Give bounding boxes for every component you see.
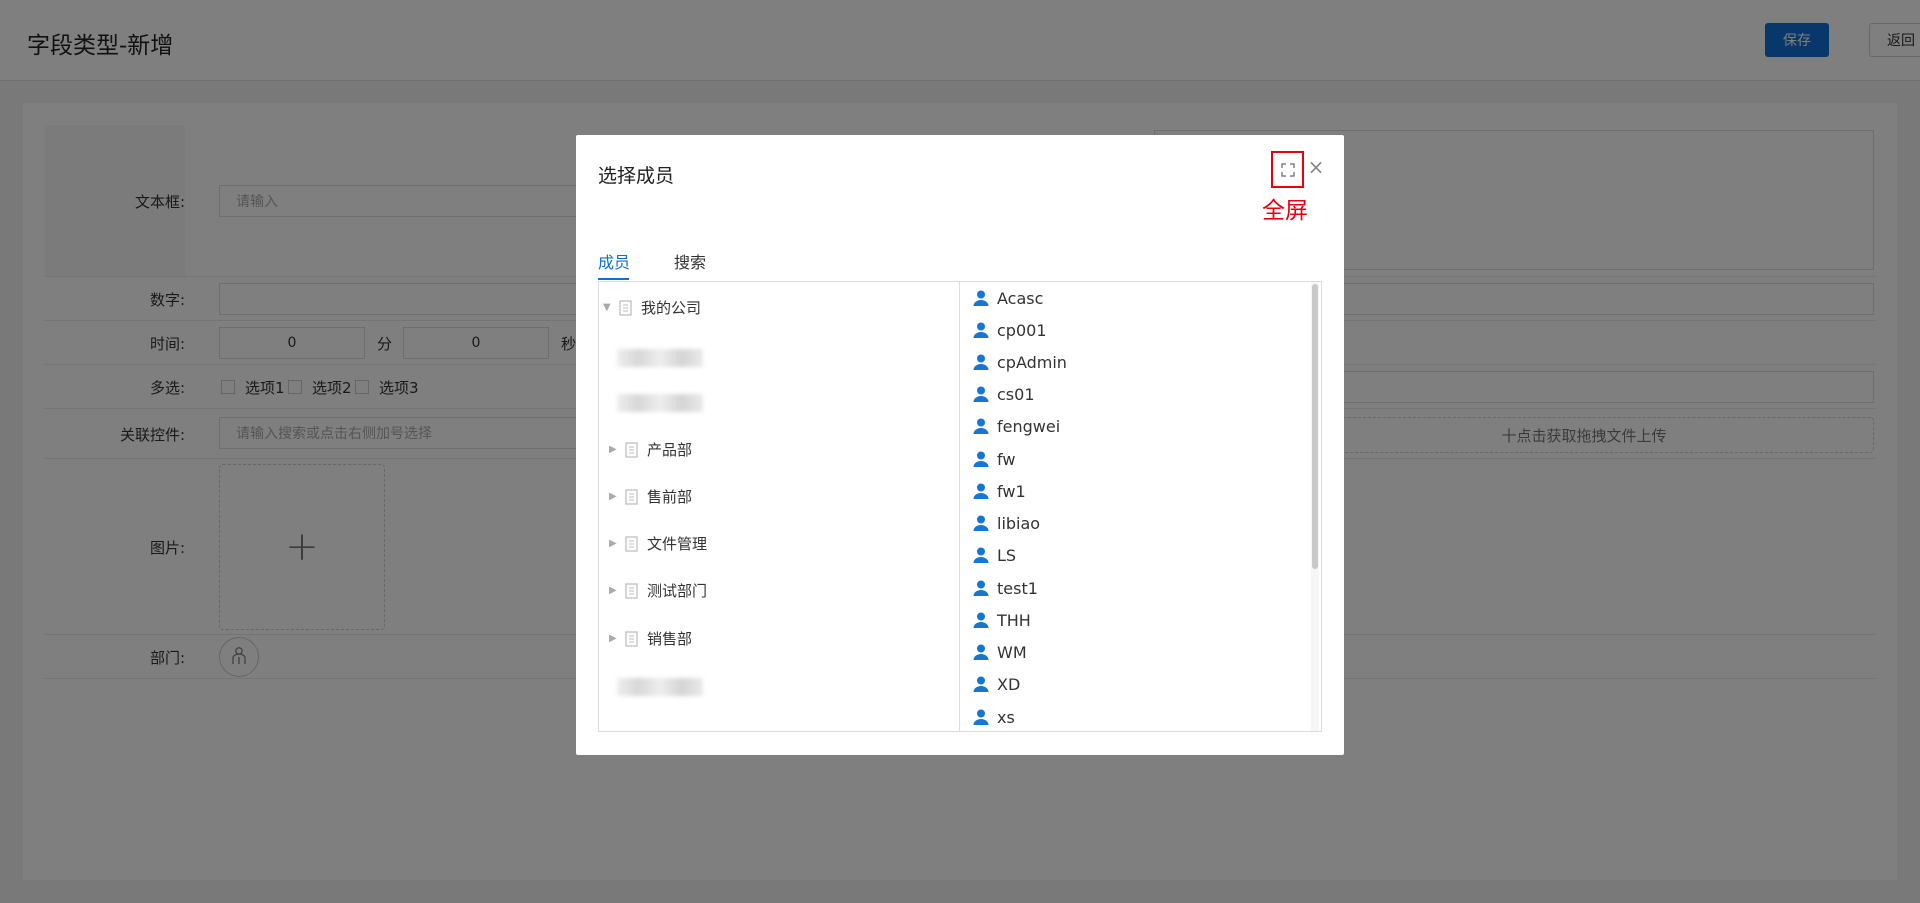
member-list: Acasc cp001 cpAdmin cs01 fengwei fw fw1 … — [961, 282, 1321, 731]
user-icon — [973, 386, 989, 402]
building-icon — [625, 488, 638, 505]
member-name: cp001 — [997, 320, 1047, 340]
building-icon — [625, 630, 638, 647]
user-icon — [973, 290, 989, 306]
user-icon — [973, 644, 989, 660]
member-name: THH — [997, 610, 1031, 630]
caret-right-icon[interactable]: ▶ — [609, 491, 623, 502]
tree-node-sales[interactable]: ▶ 销售部 — [609, 628, 692, 649]
member-item[interactable]: cs01 — [972, 383, 1035, 405]
user-icon — [973, 418, 989, 434]
member-item[interactable]: THH — [972, 609, 1031, 631]
caret-right-icon[interactable]: ▶ — [609, 538, 623, 549]
member-name: libiao — [997, 513, 1041, 533]
caret-right-icon[interactable]: ▶ — [609, 633, 623, 644]
tree-node-files[interactable]: ▶ 文件管理 — [609, 533, 707, 554]
fullscreen-icon — [1280, 162, 1295, 177]
member-item[interactable]: libiao — [972, 512, 1040, 534]
member-item[interactable]: test1 — [972, 577, 1038, 599]
member-item[interactable]: XD — [972, 673, 1020, 695]
building-icon — [619, 299, 632, 316]
member-name: Acasc — [997, 288, 1044, 308]
member-item[interactable]: LS — [972, 544, 1016, 566]
tree-node-label: 售前部 — [647, 488, 693, 506]
tab-members[interactable]: 成员 — [598, 249, 630, 273]
close-icon: × — [1307, 155, 1325, 179]
tree-node-label: 文件管理 — [647, 535, 708, 553]
member-item[interactable]: WM — [972, 641, 1027, 663]
user-icon — [973, 483, 989, 499]
fullscreen-annotation: 全屏 — [1262, 198, 1308, 224]
member-item[interactable]: cp001 — [972, 319, 1047, 341]
tree-node-test[interactable]: ▶ 测试部门 — [609, 580, 707, 601]
member-name: fengwei — [997, 416, 1061, 436]
tree-node-label: 测试部门 — [647, 582, 708, 600]
member-item[interactable]: Acasc — [972, 287, 1043, 309]
member-item[interactable]: fw — [972, 448, 1015, 470]
active-tab-indicator — [598, 278, 629, 280]
caret-down-icon[interactable]: ▼ — [603, 302, 617, 313]
member-picker-panel: ▼ 我的公司 ▶ 产品部 ▶ 售前部 ▶ 文件管理 ▶ 测试部门 ▶ 销售部 A… — [598, 281, 1322, 732]
member-name: LS — [997, 545, 1017, 565]
member-list-scroll-thumb[interactable] — [1312, 284, 1318, 569]
user-icon — [973, 354, 989, 370]
member-item[interactable]: fengwei — [972, 415, 1060, 437]
building-icon — [625, 441, 638, 458]
tree-node-product[interactable]: ▶ 产品部 — [609, 439, 692, 460]
user-icon — [973, 709, 989, 725]
user-icon — [973, 612, 989, 628]
blurred-node — [617, 349, 703, 367]
department-tree: ▼ 我的公司 ▶ 产品部 ▶ 售前部 ▶ 文件管理 ▶ 测试部门 ▶ 销售部 — [599, 282, 960, 731]
user-icon — [973, 515, 989, 531]
member-name: cpAdmin — [997, 352, 1067, 372]
caret-right-icon[interactable]: ▶ — [609, 444, 623, 455]
building-icon — [625, 582, 638, 599]
dialog-title: 选择成员 — [598, 165, 675, 187]
caret-right-icon[interactable]: ▶ — [609, 585, 623, 596]
tree-node-label: 我的公司 — [641, 299, 702, 317]
user-icon — [973, 580, 989, 596]
member-name: fw — [997, 449, 1016, 469]
user-icon — [973, 451, 989, 467]
member-name: xs — [997, 707, 1015, 727]
blurred-node — [617, 394, 703, 412]
user-icon — [973, 547, 989, 563]
member-name: XD — [997, 674, 1021, 694]
member-item[interactable]: fw1 — [972, 480, 1026, 502]
member-name: WM — [997, 642, 1027, 662]
user-icon — [973, 322, 989, 338]
fullscreen-button[interactable] — [1271, 151, 1304, 188]
blurred-node — [617, 678, 703, 696]
select-member-dialog: 选择成员 × 全屏 成员 搜索 ▼ 我的公司 ▶ 产品部 ▶ 售前部 ▶ 文件管… — [576, 135, 1344, 755]
tab-search[interactable]: 搜索 — [674, 249, 706, 273]
member-name: test1 — [997, 578, 1038, 598]
user-icon — [973, 676, 989, 692]
tree-node-label: 销售部 — [647, 630, 693, 648]
member-name: fw1 — [997, 481, 1026, 501]
member-name: cs01 — [997, 384, 1035, 404]
member-item[interactable]: xs — [972, 706, 1015, 728]
tree-node-company[interactable]: ▼ 我的公司 — [603, 297, 701, 318]
building-icon — [625, 535, 638, 552]
tree-node-presales[interactable]: ▶ 售前部 — [609, 486, 692, 507]
tree-node-label: 产品部 — [647, 441, 693, 459]
close-button[interactable]: × — [1306, 155, 1326, 179]
member-item[interactable]: cpAdmin — [972, 351, 1067, 373]
